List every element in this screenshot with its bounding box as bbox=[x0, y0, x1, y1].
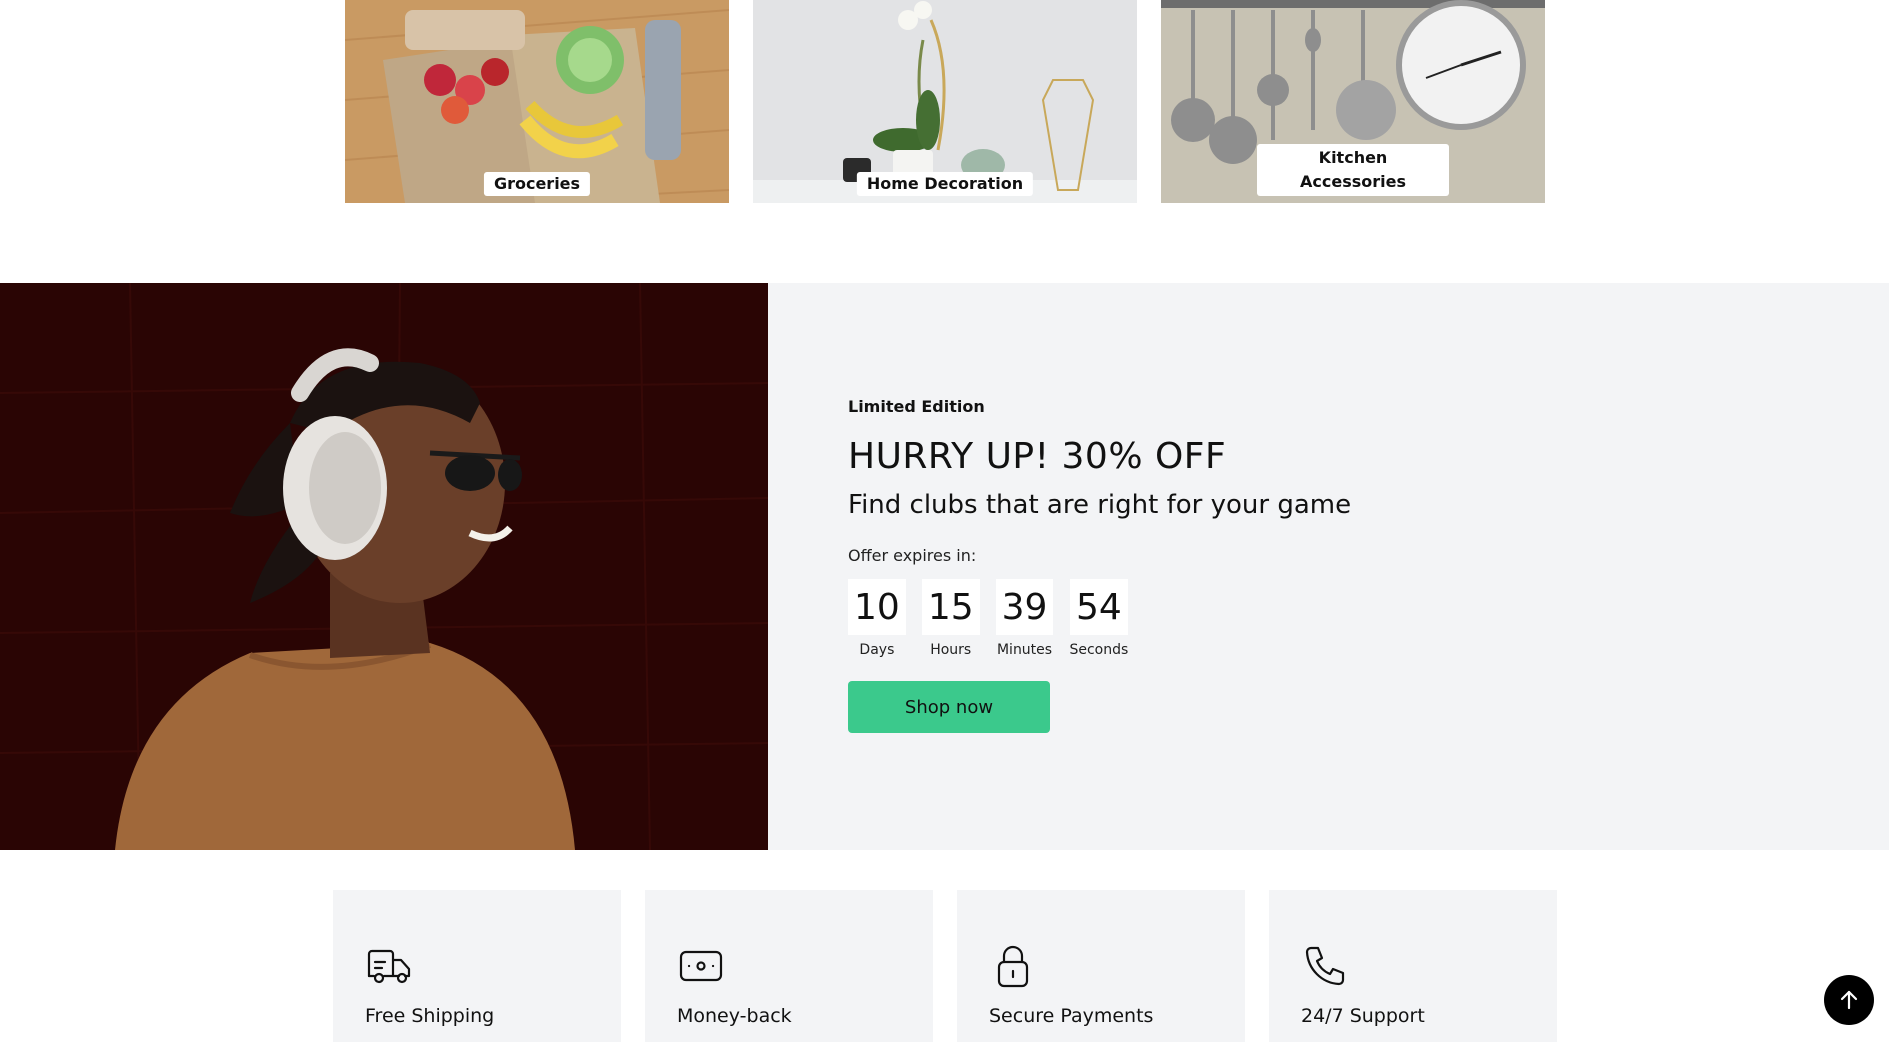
promo-headline: HURRY UP! 30% OFF bbox=[848, 436, 1227, 477]
lock-icon bbox=[997, 945, 1029, 988]
feature-title: Money-back bbox=[677, 1005, 792, 1027]
feature-title: 24/7 Support bbox=[1301, 1005, 1425, 1027]
countdown-days-value: 10 bbox=[848, 579, 906, 635]
countdown-minutes-value: 39 bbox=[995, 579, 1054, 635]
category-card-home-decoration[interactable]: Home Decoration bbox=[753, 0, 1137, 203]
category-strip: Groceries Home Decoration Kitchen Access… bbox=[0, 0, 1889, 283]
feature-title: Secure Payments bbox=[989, 1005, 1154, 1027]
category-label: Home Decoration bbox=[856, 172, 1034, 196]
cash-icon bbox=[679, 950, 723, 982]
promo-content: Limited Edition HURRY UP! 30% OFF Find c… bbox=[848, 395, 1548, 733]
countdown-hours-label: Hours bbox=[930, 642, 972, 658]
category-label: Groceries bbox=[483, 172, 591, 196]
phone-icon bbox=[1305, 946, 1345, 986]
feature-title: Free Shipping bbox=[365, 1005, 495, 1027]
countdown-minutes-label: Minutes bbox=[996, 642, 1053, 658]
countdown-days-label: Days bbox=[859, 642, 895, 658]
promo-eyebrow: Limited Edition bbox=[848, 397, 985, 416]
countdown-seconds-value: 54 bbox=[1069, 579, 1128, 635]
category-card-kitchen-accessories[interactable]: Kitchen Accessories bbox=[1161, 0, 1545, 203]
countdown-timer: 10 Days 15 Hours 39 Minutes 54 Seconds bbox=[848, 579, 1548, 659]
features-row: Free Shipping Money-back Secure Payments bbox=[0, 850, 1889, 1042]
countdown-seconds: 54 Seconds bbox=[1069, 579, 1128, 659]
shop-now-button[interactable]: Shop now bbox=[848, 681, 1050, 733]
promo-subline: Find clubs that are right for your game bbox=[848, 490, 1352, 520]
countdown-hours-value: 15 bbox=[921, 579, 980, 635]
countdown-hours: 15 Hours bbox=[921, 579, 980, 659]
countdown-seconds-label: Seconds bbox=[1069, 642, 1129, 658]
feature-free-shipping: Free Shipping bbox=[333, 890, 621, 1042]
limited-edition-promo: Limited Edition HURRY UP! 30% OFF Find c… bbox=[0, 283, 1889, 850]
man-with-headphones-photo bbox=[0, 283, 768, 850]
countdown-minutes: 39 Minutes bbox=[995, 579, 1054, 659]
offer-expires-label: Offer expires in: bbox=[848, 546, 977, 565]
truck-icon bbox=[367, 949, 411, 984]
category-card-groceries[interactable]: Groceries bbox=[345, 0, 729, 203]
arrow-up-icon bbox=[1840, 990, 1858, 1010]
feature-secure-payments: Secure Payments bbox=[957, 890, 1245, 1042]
feature-money-back: Money-back bbox=[645, 890, 933, 1042]
countdown-days: 10 Days bbox=[848, 579, 906, 659]
feature-support: 24/7 Support bbox=[1269, 890, 1557, 1042]
category-label: Kitchen Accessories bbox=[1257, 144, 1449, 196]
back-to-top-button[interactable] bbox=[1824, 975, 1874, 1025]
